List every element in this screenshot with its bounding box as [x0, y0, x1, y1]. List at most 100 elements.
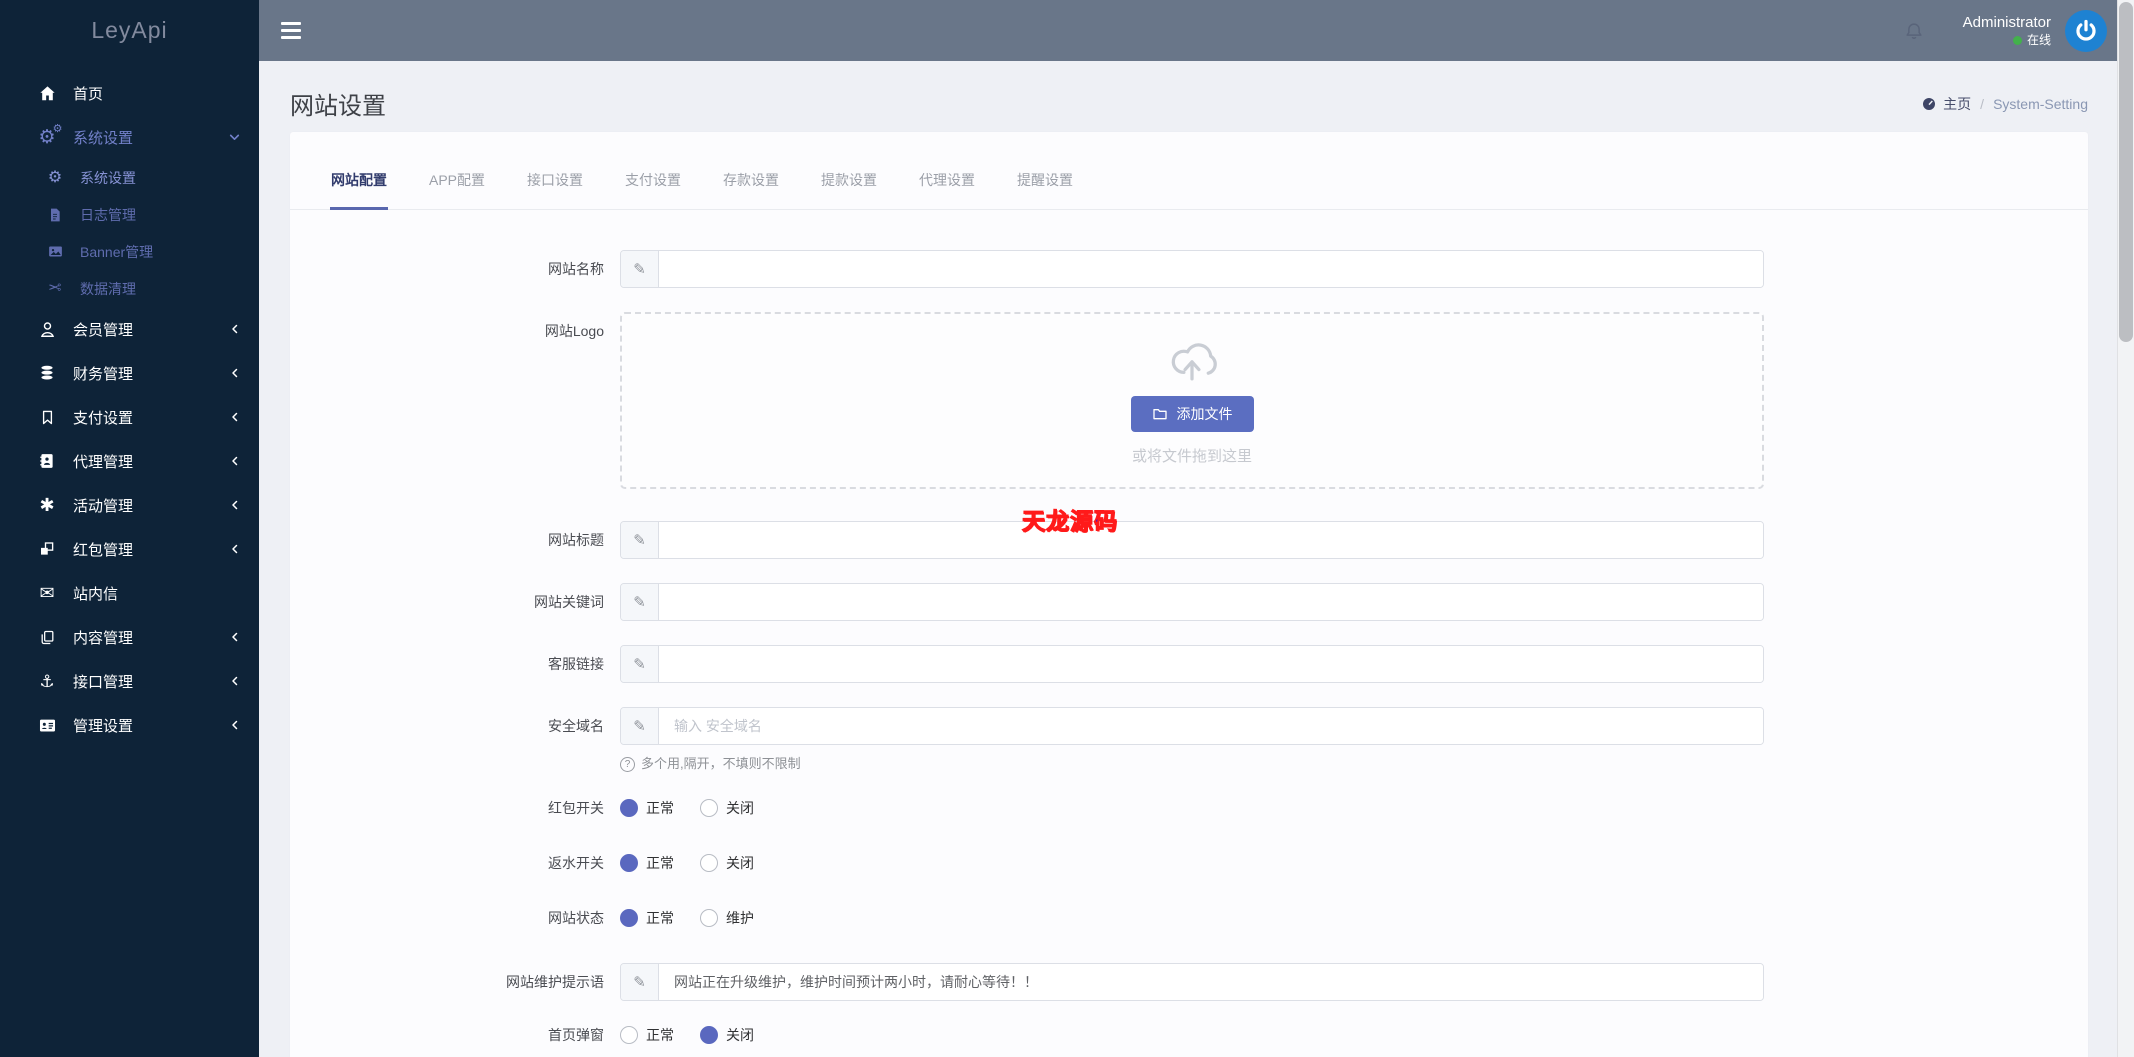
topbar: Administrator 在线	[259, 0, 2117, 61]
radio-selected-icon[interactable]	[620, 799, 638, 817]
sidebar-item-finance-management[interactable]: 财务管理	[0, 351, 259, 395]
radio-selected-icon[interactable]	[620, 909, 638, 927]
logo-upload-dropzone[interactable]: 添加文件或将文件拖到这里	[620, 312, 1764, 489]
form-row-site-name: 网站名称 ✎	[328, 250, 2088, 288]
safe-domain-control: ✎? 多个用,隔开，不填则不限制	[620, 707, 1764, 774]
redpacket-switch-option-1[interactable]: 关闭	[700, 798, 754, 818]
redpacket-switch-label: 红包开关	[548, 800, 604, 816]
sidebar-item-home[interactable]: 首页	[0, 71, 259, 115]
drag-drop-hint: 或将文件拖到这里	[1131, 448, 1252, 465]
site-status-option-0[interactable]: 正常	[620, 908, 674, 928]
form-row-home-popup: 首页弹窗 正常 关闭	[328, 1025, 2088, 1045]
sidebar-subitem-label: 日志管理	[80, 206, 136, 223]
rebate-switch-label: 返水开关	[548, 855, 604, 871]
radio-unselected-icon[interactable]	[700, 799, 718, 817]
anchor-icon: ⚓	[39, 671, 55, 691]
site-title-label: 网站标题	[548, 532, 604, 548]
sidebar-item-api-management[interactable]: ⚓ 接口管理	[0, 659, 259, 703]
chevron-left-icon	[229, 367, 241, 379]
sidebar-item-activity-management[interactable]: ✱ 活动管理	[0, 483, 259, 527]
avatar[interactable]	[2065, 9, 2107, 52]
radio-selected-icon[interactable]	[700, 1026, 718, 1044]
redpacket-switch-control: 正常 关闭	[620, 798, 1764, 818]
site-title-control: ✎	[620, 521, 1764, 559]
breadcrumb-home-link[interactable]: 主页	[1921, 94, 1971, 114]
radio-selected-icon[interactable]	[620, 854, 638, 872]
cogs-icon: ⚙ ⚙	[38, 122, 63, 148]
site-status-option-1[interactable]: 维护	[700, 908, 754, 928]
scrollbar-thumb[interactable]	[2119, 2, 2133, 342]
sidebar-item-content-management[interactable]: 内容管理	[0, 615, 259, 659]
sidebar-item-redpacket-management[interactable]: 红包管理	[0, 527, 259, 571]
radio-option-label: 正常	[646, 1027, 674, 1043]
service-link-input[interactable]	[659, 646, 1763, 682]
tab-deposit-settings[interactable]: 存款设置	[722, 132, 780, 210]
sidebar-subitem-system-settings-sub[interactable]: ⚙ 系统设置	[0, 159, 259, 196]
radio-unselected-icon[interactable]	[700, 909, 718, 927]
site-keywords-input[interactable]	[659, 584, 1763, 620]
maintenance-message-input[interactable]	[659, 964, 1763, 1000]
dashboard-icon	[1923, 97, 1936, 110]
user-menu[interactable]: Administrator 在线	[1963, 13, 2051, 48]
sidebar-item-member-management[interactable]: 会员管理	[0, 307, 259, 351]
site-keywords-control: ✎	[620, 583, 1764, 621]
sidebar-item-label: 会员管理	[73, 321, 134, 339]
site-keywords-input-group: ✎	[620, 583, 1764, 621]
radio-option-label: 维护	[726, 910, 754, 926]
tab-withdraw-settings[interactable]: 提款设置	[820, 132, 878, 210]
home-popup-option-1[interactable]: 关闭	[700, 1025, 754, 1045]
home-popup-control: 正常 关闭	[620, 1025, 1764, 1045]
notifications-bell-icon[interactable]	[1903, 20, 1925, 42]
tab-agent-settings[interactable]: 代理设置	[918, 132, 976, 210]
sidebar-item-admin-settings[interactable]: 管理设置	[0, 703, 259, 747]
site-status-label: 网站状态	[548, 910, 604, 926]
radio-unselected-icon[interactable]	[620, 1026, 638, 1044]
form-row-rebate-switch: 返水开关 正常 关闭	[328, 853, 2088, 873]
home-popup-radio-group: 正常 关闭	[620, 1025, 1764, 1045]
chevron-left-icon	[229, 455, 241, 467]
sidebar-subitem-log-management[interactable]: 日志管理	[0, 196, 259, 233]
sidebar-item-site-mail[interactable]: ✉ 站内信	[0, 571, 259, 615]
chevron-left-icon	[229, 675, 241, 687]
sidebar-toggle-button[interactable]	[281, 16, 311, 46]
copy-icon	[34, 629, 60, 646]
rebate-switch-option-0[interactable]: 正常	[620, 853, 674, 873]
page-scrollbar[interactable]	[2117, 0, 2134, 1057]
address-book-icon	[34, 452, 60, 470]
app-window: LeyApi 首页 ⚙ ⚙ 系统设置 ⚙ 系统设置 日志管理 Banner管理 ✂ 数据清理 会员管…	[0, 0, 2134, 1057]
rebate-switch-option-1[interactable]: 关闭	[700, 853, 754, 873]
redpacket-switch-option-0[interactable]: 正常	[620, 798, 674, 818]
tab-site-config[interactable]: 网站配置	[330, 132, 388, 210]
rebate-switch-radio-group: 正常 关闭	[620, 853, 1764, 873]
tab-remind-settings[interactable]: 提醒设置	[1016, 132, 1074, 210]
sidebar-item-payment-settings[interactable]: 支付设置	[0, 395, 259, 439]
chevron-left-icon	[229, 323, 241, 335]
site-title-input[interactable]	[659, 522, 1763, 558]
service-link-control: ✎	[620, 645, 1764, 683]
boxes-icon	[34, 540, 60, 558]
home-popup-option-0[interactable]: 正常	[620, 1025, 674, 1045]
site-name-label: 网站名称	[548, 261, 604, 277]
service-link-label: 客服链接	[548, 656, 604, 672]
redpacket-switch-radio-group: 正常 关闭	[620, 798, 1764, 818]
home-icon	[34, 84, 60, 103]
sidebar-subitem-banner-management[interactable]: Banner管理	[0, 233, 259, 270]
sidebar-subitem-data-cleanup[interactable]: ✂ 数据清理	[0, 270, 259, 307]
id-card-icon	[34, 716, 60, 735]
settings-form: 网站名称 ✎ 网站Logo 添加文件 或将文件拖到这里 网站标题 ✎ 网站关键词 ✎ 客服链接 ✎ 安…	[290, 210, 2088, 1057]
sidebar-item-agent-management[interactable]: 代理管理	[0, 439, 259, 483]
tab-api-settings[interactable]: 接口设置	[526, 132, 584, 210]
safe-domain-input[interactable]	[659, 708, 1763, 744]
sidebar-item-system-settings[interactable]: ⚙ ⚙ 系统设置	[0, 115, 259, 159]
add-file-button-label: 添加文件	[1176, 406, 1233, 422]
asterisk-icon: ✱	[39, 495, 55, 515]
maintenance-message-control: ✎	[620, 963, 1764, 1001]
tab-app-config[interactable]: APP配置	[428, 132, 486, 210]
radio-unselected-icon[interactable]	[700, 854, 718, 872]
site-name-input[interactable]	[659, 251, 1763, 287]
form-row-redpacket-switch: 红包开关 正常 关闭	[328, 798, 2088, 818]
add-file-button[interactable]: 添加文件	[1130, 396, 1254, 432]
site-status-radio-group: 正常 维护	[620, 908, 1764, 928]
sidebar-item-label: 活动管理	[73, 497, 134, 515]
tab-pay-settings[interactable]: 支付设置	[624, 132, 682, 210]
